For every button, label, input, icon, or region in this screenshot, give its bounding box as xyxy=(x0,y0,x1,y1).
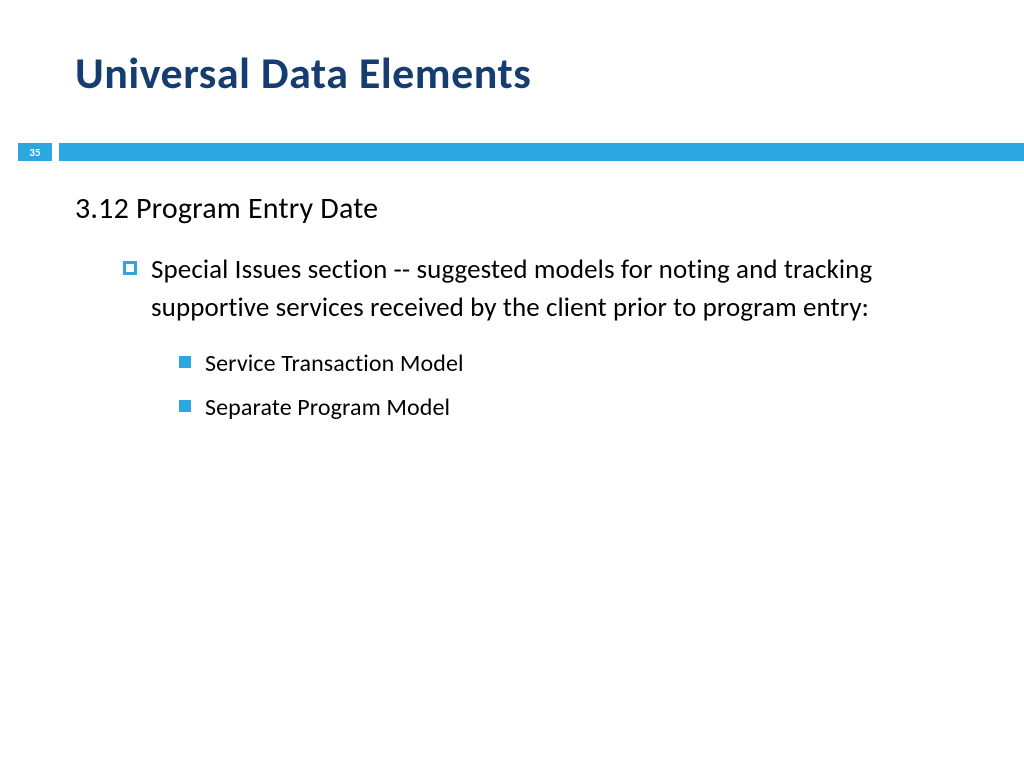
bullet-fill-icon xyxy=(179,400,191,412)
bullet-outline-icon xyxy=(123,261,137,275)
list-item: Special Issues section -- suggested mode… xyxy=(123,251,964,327)
bullet-text: Service Transaction Model xyxy=(205,347,464,382)
bullet-fill-icon xyxy=(179,356,191,368)
section-heading: 3.12 Program Entry Date xyxy=(75,190,964,227)
slide-title: Universal Data Elements xyxy=(0,0,1024,100)
page-number: 35 xyxy=(18,143,52,161)
accent-bar xyxy=(59,143,1024,161)
content-area: 3.12 Program Entry Date Special Issues s… xyxy=(75,190,964,436)
list-item: Separate Program Model xyxy=(179,391,964,426)
accent-row: 35 xyxy=(0,143,1024,161)
bullet-text: Special Issues section -- suggested mode… xyxy=(151,251,964,327)
list-item: Service Transaction Model xyxy=(179,347,964,382)
bullet-text: Separate Program Model xyxy=(205,391,450,426)
